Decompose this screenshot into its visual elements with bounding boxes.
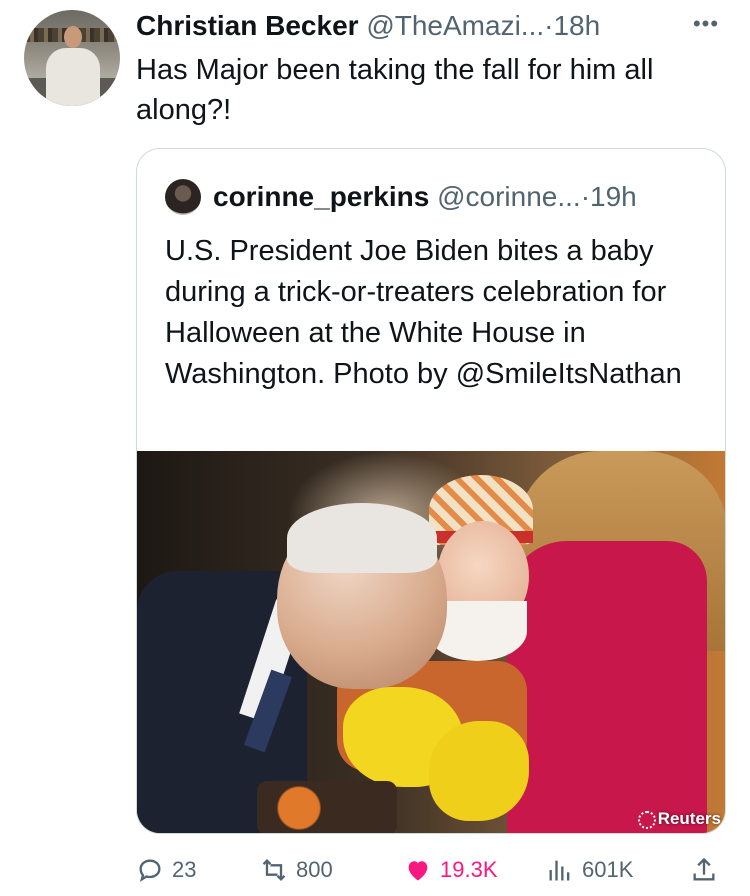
more-icon[interactable]: ••• bbox=[686, 13, 726, 38]
tweet-header: Christian Becker @TheAmazi...·18h bbox=[136, 8, 600, 44]
tweet-text: Has Major been taking the fall for him a… bbox=[136, 54, 654, 126]
avatar-body bbox=[46, 48, 100, 106]
retweet-count: 800 bbox=[296, 857, 333, 882]
views-count: 601K bbox=[582, 857, 634, 882]
quoted-separator: · bbox=[580, 181, 591, 212]
action-bar: 23 800 19.3K 601K bbox=[136, 850, 726, 890]
photo-credit-label: Reuters bbox=[657, 809, 721, 828]
like-button[interactable]: 19.3K bbox=[404, 850, 498, 890]
photo-credit: Reuters bbox=[637, 809, 721, 829]
heart-icon bbox=[408, 861, 428, 881]
reply-icon bbox=[139, 859, 161, 882]
like-count: 19.3K bbox=[440, 857, 498, 882]
display-name[interactable]: Christian Becker bbox=[136, 10, 359, 41]
quoted-photo[interactable]: Reuters bbox=[137, 451, 725, 833]
share-button[interactable] bbox=[690, 850, 726, 890]
tweet: Christian Becker @TheAmazi...·18h ••• Ha… bbox=[0, 0, 750, 896]
quoted-tweet[interactable]: corinne_perkins @corinne...·19h U.S. Pre… bbox=[136, 148, 726, 834]
photo-yellow-glove-right bbox=[429, 721, 529, 821]
reply-count: 23 bbox=[172, 857, 197, 882]
quoted-handle: @corinne... bbox=[437, 181, 581, 212]
reply-button[interactable]: 23 bbox=[136, 850, 196, 890]
quoted-header: corinne_perkins @corinne...·19h bbox=[213, 179, 637, 215]
quoted-avatar[interactable] bbox=[165, 179, 201, 215]
retweet-icon bbox=[262, 859, 286, 881]
views-button[interactable]: 601K bbox=[546, 850, 633, 890]
avatar[interactable] bbox=[24, 10, 120, 106]
photo-red-dress bbox=[507, 541, 707, 833]
share-icon bbox=[693, 857, 715, 881]
handle[interactable]: @TheAmazi... bbox=[366, 10, 544, 41]
quoted-timestamp: 19h bbox=[590, 181, 637, 212]
quoted-display-name: corinne_perkins bbox=[213, 181, 430, 212]
retweet-button[interactable]: 800 bbox=[260, 850, 333, 890]
views-icon bbox=[549, 860, 570, 881]
quoted-text: U.S. President Joe Biden bites a baby du… bbox=[165, 235, 682, 390]
avatar-head bbox=[64, 26, 82, 48]
timestamp[interactable]: 18h bbox=[553, 10, 600, 41]
photo-man-hair bbox=[287, 503, 437, 573]
reuters-logo-icon bbox=[637, 810, 656, 829]
photo-pumpkin-bag bbox=[257, 781, 397, 833]
